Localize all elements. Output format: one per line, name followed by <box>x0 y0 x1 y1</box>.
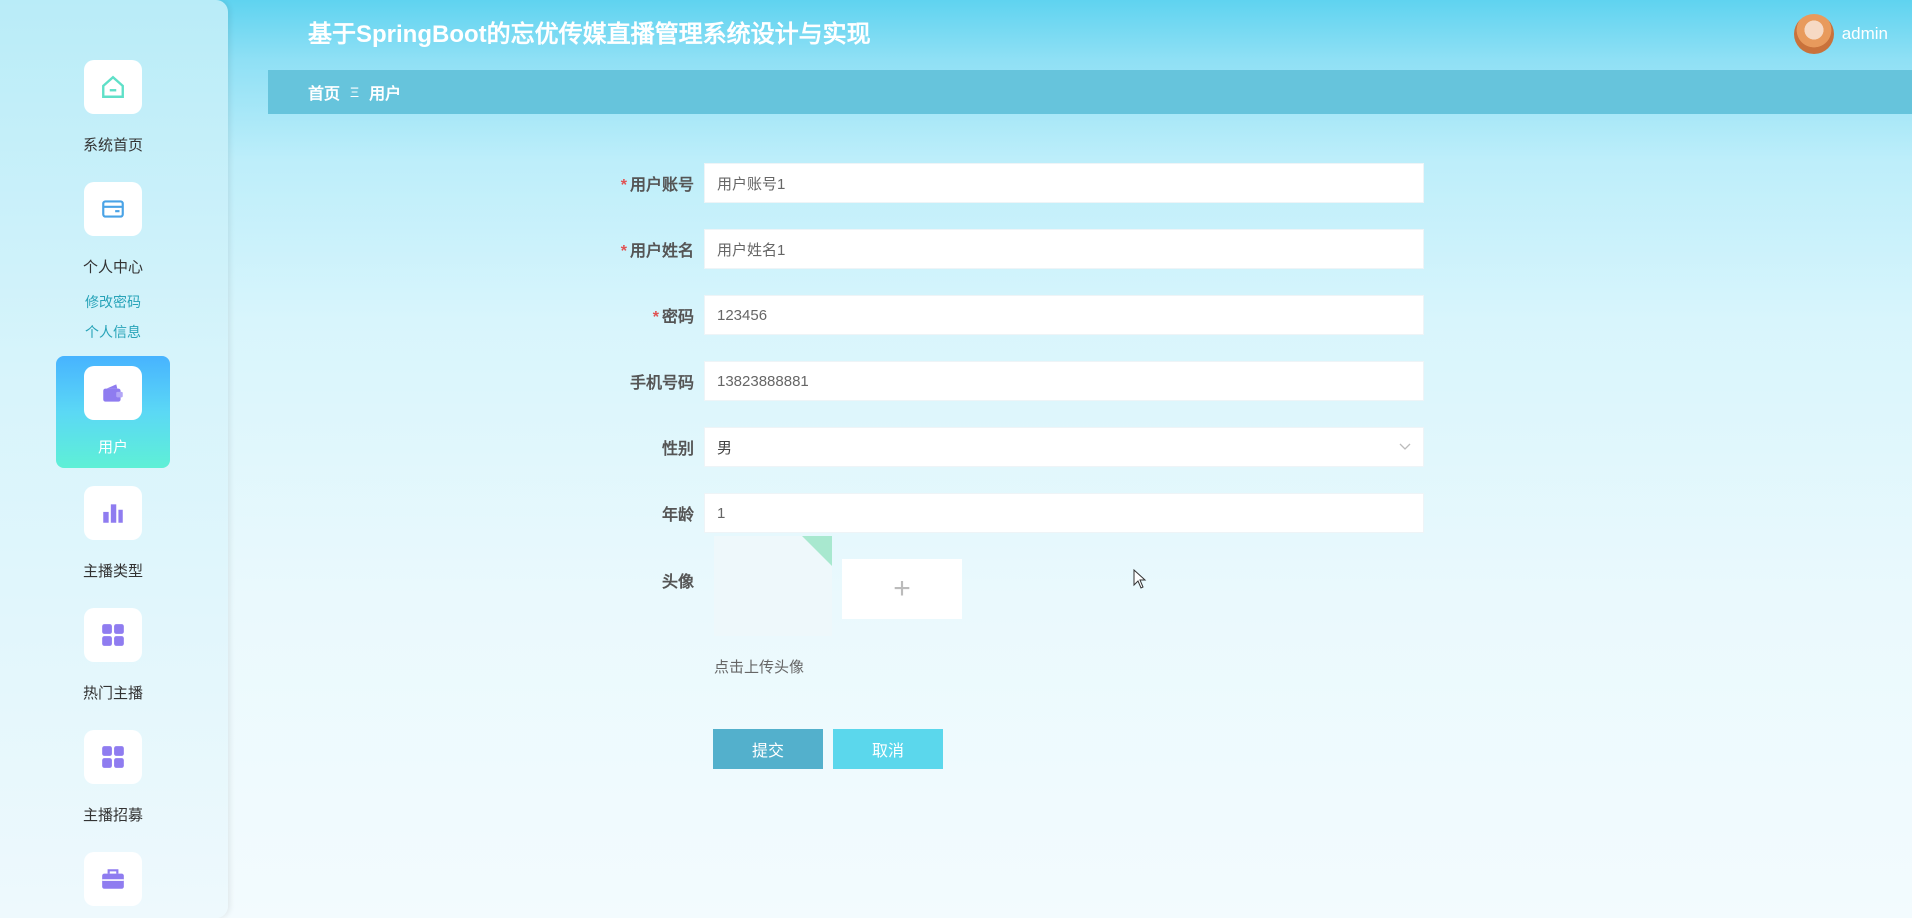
phone-row: 手机号码 13823888881 <box>560 361 1424 401</box>
grid-icon <box>84 730 142 784</box>
cancel-button[interactable]: 取消 <box>833 729 943 769</box>
gender-value: 男 <box>717 439 733 457</box>
account-row: * 用户账号 用户账号1 <box>560 163 1424 203</box>
required-mark: * <box>620 243 627 260</box>
sidebar-item-anchor-type[interactable]: 主播类型 <box>56 486 170 581</box>
account-label: * 用户账号 <box>620 177 694 194</box>
sidebar-item-label: 个人中心 <box>82 259 143 276</box>
user-menu[interactable]: admin <box>1793 14 1888 54</box>
phone-input[interactable]: 13823888881 <box>704 361 1424 401</box>
name-input[interactable]: 用户姓名1 <box>704 229 1424 269</box>
plus-icon: + <box>893 572 911 605</box>
password-row: * 密码 123456 <box>560 295 1424 335</box>
sidebar-item-personal-center[interactable]: 个人中心 <box>56 182 170 277</box>
gender-row: 性别 男 <box>560 427 1424 467</box>
avatar-label: 头像 <box>661 574 694 591</box>
sidebar-item-label: 主播类型 <box>82 563 143 580</box>
age-input[interactable]: 1 <box>704 493 1424 533</box>
avatar-upload-button[interactable]: + <box>842 559 962 619</box>
wallet-icon <box>84 366 142 420</box>
avatar-preview-image <box>714 536 832 636</box>
sidebar-item-label: 用户 <box>97 439 128 456</box>
preview-decoration <box>802 536 832 566</box>
sidebar-item-label: 系统首页 <box>82 137 143 154</box>
change-password-link[interactable]: 修改密码 <box>56 292 170 312</box>
username: admin <box>1841 24 1888 43</box>
breadcrumb: 首页 Ξ 用户 <box>268 70 1912 114</box>
upload-hint: 点击上传头像 <box>714 659 805 676</box>
breadcrumb-separator-icon: Ξ <box>350 84 360 100</box>
sidebar-item-anchor-recruit[interactable]: 主播招募 <box>56 730 170 825</box>
sidebar-item-user[interactable]: 用户 <box>56 356 170 468</box>
breadcrumb-current: 用户 <box>369 86 402 103</box>
sidebar: 系统首页 个人中心 修改密码 个人信息 用户 主播类型 热门主播 主播招募 <box>0 0 228 918</box>
sidebar-item-more[interactable] <box>56 852 170 906</box>
age-row: 年龄 1 <box>560 493 1424 533</box>
mouse-cursor-icon <box>1133 568 1147 594</box>
phone-label: 手机号码 <box>629 375 694 392</box>
bar-chart-icon <box>84 486 142 540</box>
name-label: * 用户姓名 <box>620 243 694 260</box>
home-icon <box>84 60 142 114</box>
gender-label: 性别 <box>661 441 694 458</box>
password-label: * 密码 <box>652 309 694 326</box>
sidebar-item-hot-anchor[interactable]: 热门主播 <box>56 608 170 703</box>
account-input[interactable]: 用户账号1 <box>704 163 1424 203</box>
sidebar-item-label: 热门主播 <box>82 685 143 702</box>
wallet-card-icon <box>84 182 142 236</box>
age-label: 年龄 <box>661 507 694 524</box>
password-input[interactable]: 123456 <box>704 295 1424 335</box>
sidebar-item-home[interactable]: 系统首页 <box>56 60 170 155</box>
required-mark: * <box>652 309 659 326</box>
avatar-row: 头像 <box>560 560 704 600</box>
briefcase-icon <box>84 852 142 906</box>
personal-info-link[interactable]: 个人信息 <box>56 322 170 342</box>
name-row: * 用户姓名 用户姓名1 <box>560 229 1424 269</box>
grid-icon <box>84 608 142 662</box>
avatar <box>1793 14 1834 54</box>
gender-select[interactable]: 男 <box>704 427 1424 467</box>
sidebar-item-label: 主播招募 <box>82 807 143 824</box>
required-mark: * <box>620 177 627 194</box>
breadcrumb-home[interactable]: 首页 <box>308 80 340 104</box>
app-title: 基于SpringBoot的忘优传媒直播管理系统设计与实现 <box>308 21 871 48</box>
submit-button[interactable]: 提交 <box>713 729 823 769</box>
chevron-down-icon <box>1399 440 1411 454</box>
